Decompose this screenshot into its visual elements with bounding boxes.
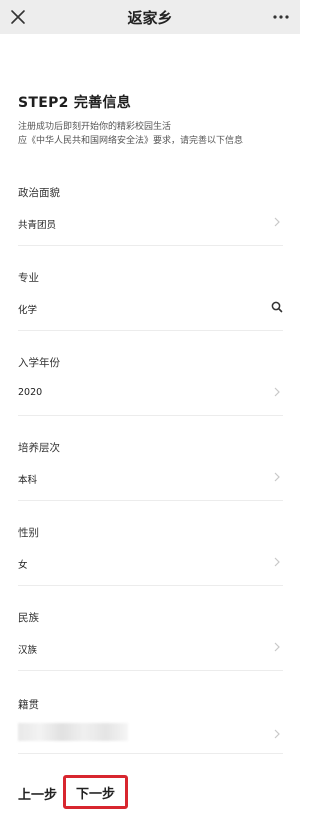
field-value: 2020 xyxy=(18,387,43,398)
field-label: 培养层次 xyxy=(18,442,60,454)
close-icon[interactable] xyxy=(8,7,28,27)
step-navigation: 上一步 下一步 xyxy=(18,775,283,815)
field-label: 专业 xyxy=(18,272,39,284)
step-title: STEP2 完善信息 xyxy=(18,95,132,111)
form-description: 注册成功后即刻开始你的精彩校园生活 应《中华人民共和国网络安全法》要求，请完善以… xyxy=(18,120,283,148)
chevron-right-icon xyxy=(274,387,280,397)
ethnicity-field[interactable]: 民族 汉族 xyxy=(18,610,283,688)
divider xyxy=(18,753,283,754)
divider xyxy=(18,670,283,671)
native-place-field[interactable]: 籍贯 xyxy=(18,697,283,775)
gender-field[interactable]: 性别 女 xyxy=(18,525,283,603)
field-label: 性别 xyxy=(18,527,39,539)
blurred-value xyxy=(18,723,128,741)
prev-step-button[interactable]: 上一步 xyxy=(18,784,57,803)
chevron-right-icon xyxy=(274,472,280,482)
field-label: 政治面貌 xyxy=(18,187,60,199)
field-value: 本科 xyxy=(18,475,38,486)
next-step-button[interactable]: 下一步 xyxy=(63,775,128,809)
education-level-field[interactable]: 培养层次 本科 xyxy=(18,440,283,518)
description-line: 应《中华人民共和国网络安全法》要求，请完善以下信息 xyxy=(18,136,244,146)
divider xyxy=(18,330,283,331)
major-field[interactable]: 专业 化学 xyxy=(18,270,283,348)
field-label: 入学年份 xyxy=(18,357,60,369)
page-title: 返家乡 xyxy=(127,8,173,27)
chevron-right-icon xyxy=(274,729,280,739)
description-line: 注册成功后即刻开始你的精彩校园生活 xyxy=(18,122,172,132)
enrollment-year-field[interactable]: 入学年份 2020 xyxy=(18,355,283,433)
field-value: 化学 xyxy=(18,305,38,316)
chevron-right-icon xyxy=(274,557,280,567)
search-icon[interactable] xyxy=(271,300,283,314)
form-header: STEP2 完善信息 注册成功后即刻开始你的精彩校园生活 应《中华人民共和国网络… xyxy=(18,92,283,148)
divider xyxy=(18,415,283,416)
field-value: 女 xyxy=(18,560,28,571)
more-options-icon[interactable] xyxy=(272,8,290,26)
field-value: 汉族 xyxy=(18,645,38,656)
divider xyxy=(18,500,283,501)
political-status-field[interactable]: 政治面貌 共青团员 xyxy=(18,185,283,263)
chevron-right-icon xyxy=(274,217,280,227)
divider xyxy=(18,585,283,586)
field-label: 籍贯 xyxy=(18,699,39,711)
divider xyxy=(18,245,283,246)
top-bar: 返家乡 xyxy=(0,0,300,34)
field-value: 共青团员 xyxy=(18,220,57,231)
chevron-right-icon xyxy=(274,642,280,652)
field-label: 民族 xyxy=(18,612,39,624)
